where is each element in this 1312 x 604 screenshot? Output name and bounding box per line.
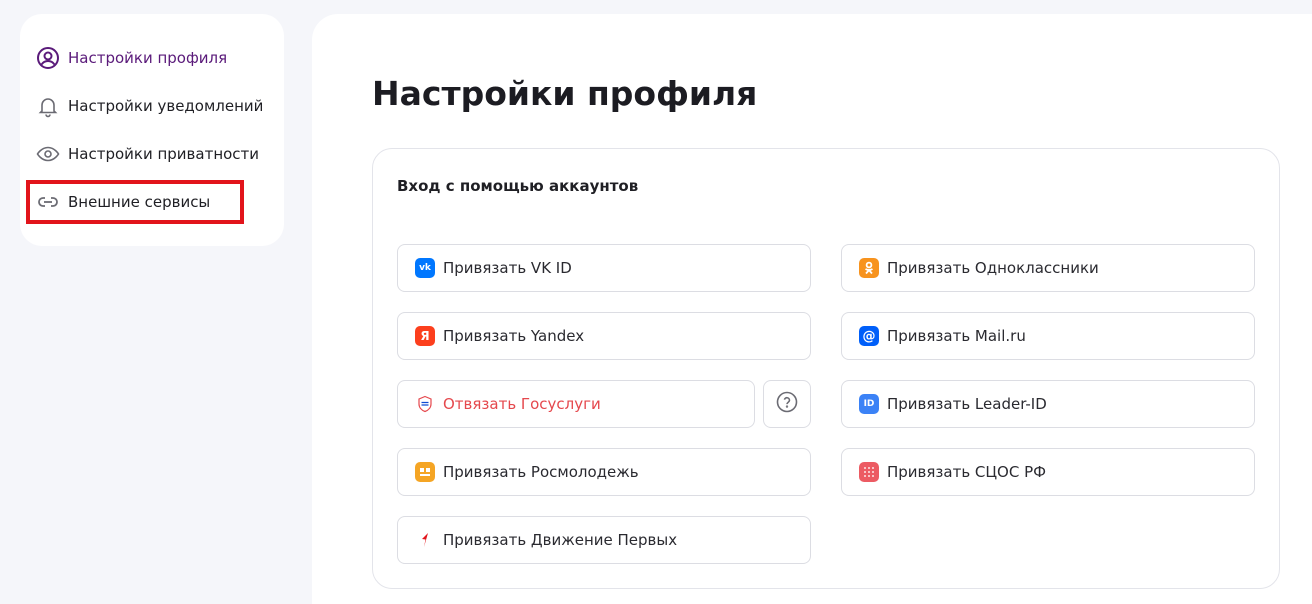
scos-icon: [859, 462, 879, 482]
user-circle-icon: [36, 46, 60, 70]
dvizhenie-pervykh-icon: [415, 530, 435, 550]
leader-id-icon: ID: [859, 394, 879, 414]
button-label: Привязать Yandex: [443, 327, 585, 345]
vk-icon: vk: [415, 258, 435, 278]
link-rosmolodezh-button[interactable]: Привязать Росмолодежь: [397, 448, 811, 496]
sidebar-item-label: Настройки уведомлений: [68, 97, 264, 115]
link-yandex-button[interactable]: Я Привязать Yandex: [397, 312, 811, 360]
gosuslugi-icon: [415, 394, 435, 414]
button-label: Привязать Росмолодежь: [443, 463, 639, 481]
link-leader-id-button[interactable]: ID Привязать Leader-ID: [841, 380, 1255, 428]
odnoklassniki-icon: [859, 258, 879, 278]
sidebar-item-privacy-settings[interactable]: Настройки приватности: [36, 140, 259, 168]
button-label: Привязать Leader-ID: [887, 395, 1047, 413]
link-vk-id-button[interactable]: vk Привязать VK ID: [397, 244, 811, 292]
button-label: Отвязать Госуслуги: [443, 395, 601, 413]
gosuslugi-help-button[interactable]: [763, 380, 811, 428]
sidebar-item-external-services[interactable]: Внешние сервисы: [25, 180, 245, 224]
link-dvizhenie-pervykh-button[interactable]: Привязать Движение Первых: [397, 516, 811, 564]
button-label: Привязать Mail.ru: [887, 327, 1026, 345]
sidebar: Настройки профиля Настройки уведомлений …: [20, 14, 284, 246]
yandex-icon: Я: [415, 326, 435, 346]
page-title: Настройки профиля: [372, 74, 758, 113]
link-icon: [36, 190, 60, 214]
button-label: Привязать Одноклассники: [887, 259, 1099, 277]
link-odnoklassniki-button[interactable]: Привязать Одноклассники: [841, 244, 1255, 292]
mailru-icon: @: [859, 326, 879, 346]
main-content: Настройки профиля Вход с помощью аккаунт…: [312, 14, 1312, 604]
bell-icon: [36, 94, 60, 118]
card-title: Вход с помощью аккаунтов: [397, 177, 639, 195]
button-label: Привязать VK ID: [443, 259, 572, 277]
sidebar-item-label: Внешние сервисы: [68, 193, 211, 211]
rosmolodezh-icon: [415, 462, 435, 482]
button-label: Привязать СЦОС РФ: [887, 463, 1047, 481]
link-mailru-button[interactable]: @ Привязать Mail.ru: [841, 312, 1255, 360]
sidebar-item-notification-settings[interactable]: Настройки уведомлений: [36, 92, 263, 120]
link-scos-button[interactable]: Привязать СЦОС РФ: [841, 448, 1255, 496]
sidebar-item-profile-settings[interactable]: Настройки профиля: [36, 44, 227, 72]
unlink-gosuslugi-button[interactable]: Отвязать Госуслуги: [397, 380, 755, 428]
eye-icon: [36, 142, 60, 166]
sidebar-item-label: Настройки профиля: [68, 49, 228, 67]
button-label: Привязать Движение Первых: [443, 531, 678, 549]
accounts-card: Вход с помощью аккаунтов vk Привязать VK…: [372, 148, 1280, 589]
question-icon: [776, 391, 798, 417]
sidebar-item-label: Настройки приватности: [68, 145, 260, 163]
